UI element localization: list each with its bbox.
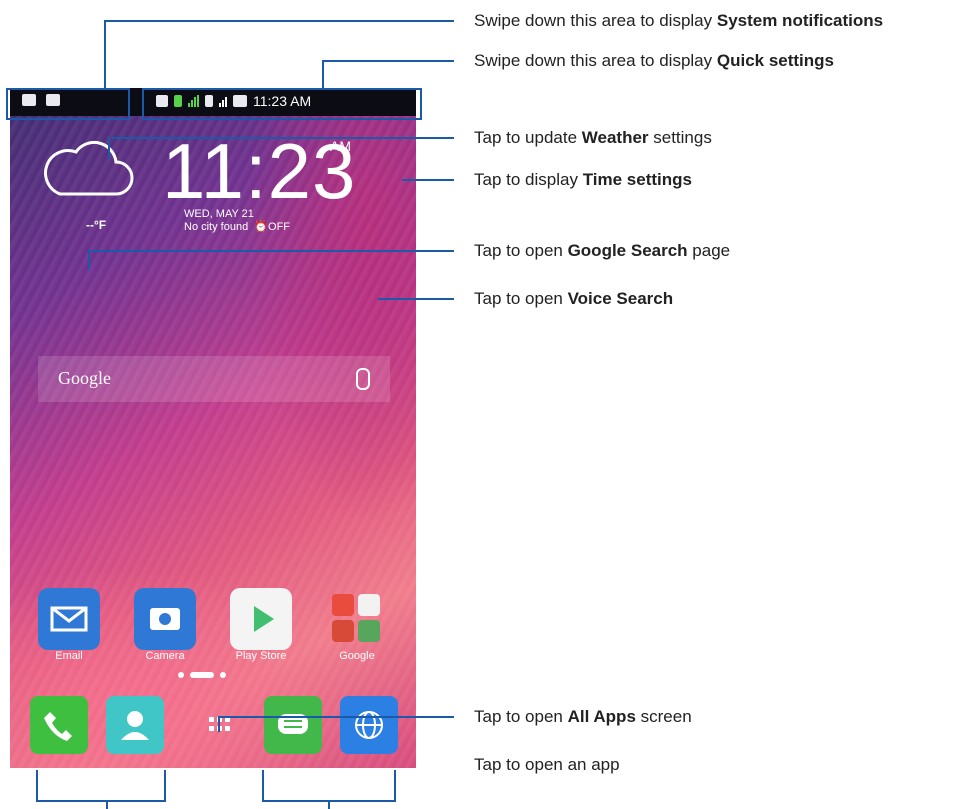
cloud-icon[interactable] bbox=[38, 138, 134, 200]
city-line: No city found ⏰OFF bbox=[184, 221, 291, 233]
highlight-notifications bbox=[128, 88, 130, 120]
bracket-right bbox=[394, 770, 396, 802]
bracket-left bbox=[106, 800, 108, 809]
phone-icon[interactable] bbox=[30, 696, 88, 754]
phone-screen: 11:23 AM --°F 11:23 AM WED, MAY 21 No ci… bbox=[10, 88, 416, 768]
app-camera[interactable]: Camera bbox=[134, 588, 196, 662]
connector-line bbox=[218, 716, 220, 732]
callout-quick-settings: Swipe down this area to display Quick se… bbox=[474, 51, 834, 70]
connector-line bbox=[322, 60, 454, 62]
connector-line bbox=[104, 20, 454, 22]
connector-line bbox=[88, 250, 454, 252]
app-label: Email bbox=[55, 650, 83, 662]
callout-open-app: Tap to open an app bbox=[474, 755, 620, 774]
highlight-quick-settings bbox=[142, 118, 422, 120]
browser-icon[interactable] bbox=[340, 696, 398, 754]
callout-google-search: Tap to open Google Search page bbox=[474, 241, 731, 260]
highlight-quick-settings bbox=[142, 88, 144, 120]
callout-time: Tap to display Time settings bbox=[474, 170, 692, 189]
highlight-quick-settings bbox=[142, 88, 422, 90]
camera-icon bbox=[134, 588, 196, 650]
email-icon bbox=[38, 588, 100, 650]
clock-time[interactable]: 11:23 bbox=[162, 126, 356, 217]
highlight-notifications bbox=[6, 118, 130, 120]
sim1-icon bbox=[174, 95, 182, 107]
signal-icon bbox=[188, 95, 199, 107]
clock-ampm: AM bbox=[330, 138, 351, 154]
battery-icon bbox=[233, 95, 247, 107]
bracket-left bbox=[164, 770, 166, 802]
connector-line bbox=[378, 298, 454, 300]
google-search-bar[interactable]: Google bbox=[38, 356, 390, 402]
highlight-notifications bbox=[6, 88, 130, 90]
app-label: Play Store bbox=[235, 650, 287, 662]
connector-line bbox=[108, 137, 110, 159]
callout-voice-search: Tap to open Voice Search bbox=[474, 289, 674, 308]
app-play-store[interactable]: Play Store bbox=[230, 588, 292, 662]
page-indicator bbox=[178, 672, 226, 678]
app-label: Camera bbox=[145, 650, 185, 662]
contacts-icon[interactable] bbox=[106, 696, 164, 754]
callout-weather: Tap to update Weather settings bbox=[474, 128, 712, 147]
sim2-icon bbox=[205, 95, 213, 107]
google-folder-icon bbox=[326, 588, 388, 650]
hplus-icon bbox=[156, 95, 168, 107]
messages-icon[interactable] bbox=[264, 696, 322, 754]
bracket-left bbox=[36, 770, 38, 802]
date-info: WED, MAY 21 No city found ⏰OFF bbox=[184, 208, 290, 234]
connector-line bbox=[322, 60, 324, 88]
highlight-notifications bbox=[6, 88, 8, 120]
connector-line bbox=[402, 179, 454, 181]
app-label: Google bbox=[339, 650, 375, 662]
mail-icon bbox=[46, 94, 60, 106]
quick-settings-area[interactable]: 11:23 AM bbox=[156, 93, 311, 109]
highlight-quick-settings bbox=[420, 88, 422, 120]
bracket-left bbox=[36, 800, 166, 802]
alarm-off-label: OFF bbox=[268, 221, 291, 233]
microphone-icon[interactable] bbox=[356, 368, 370, 390]
temperature: --°F bbox=[86, 218, 107, 232]
clock-weather-widget[interactable]: --°F 11:23 AM WED, MAY 21 No city found … bbox=[34, 127, 402, 238]
play-store-icon bbox=[230, 588, 292, 650]
app-google-folder[interactable]: Google bbox=[326, 588, 388, 662]
connector-line bbox=[104, 20, 106, 88]
date-line: WED, MAY 21 bbox=[184, 208, 254, 220]
app-email[interactable]: Email bbox=[38, 588, 100, 662]
notification-icons[interactable] bbox=[22, 94, 60, 106]
bracket-right bbox=[328, 800, 330, 809]
status-bar[interactable]: 11:23 AM bbox=[10, 88, 416, 116]
gallery-icon bbox=[22, 94, 36, 106]
status-time: 11:23 AM bbox=[253, 93, 312, 109]
connector-line bbox=[88, 250, 90, 270]
connector-line bbox=[218, 716, 454, 718]
bracket-right bbox=[262, 770, 264, 802]
callout-system-notifications: Swipe down this area to display System n… bbox=[474, 11, 884, 30]
google-label: Google bbox=[58, 368, 111, 388]
connector-line bbox=[112, 137, 454, 139]
callout-all-apps: Tap to open All Apps screen bbox=[474, 707, 692, 726]
signal-icon bbox=[219, 95, 227, 107]
